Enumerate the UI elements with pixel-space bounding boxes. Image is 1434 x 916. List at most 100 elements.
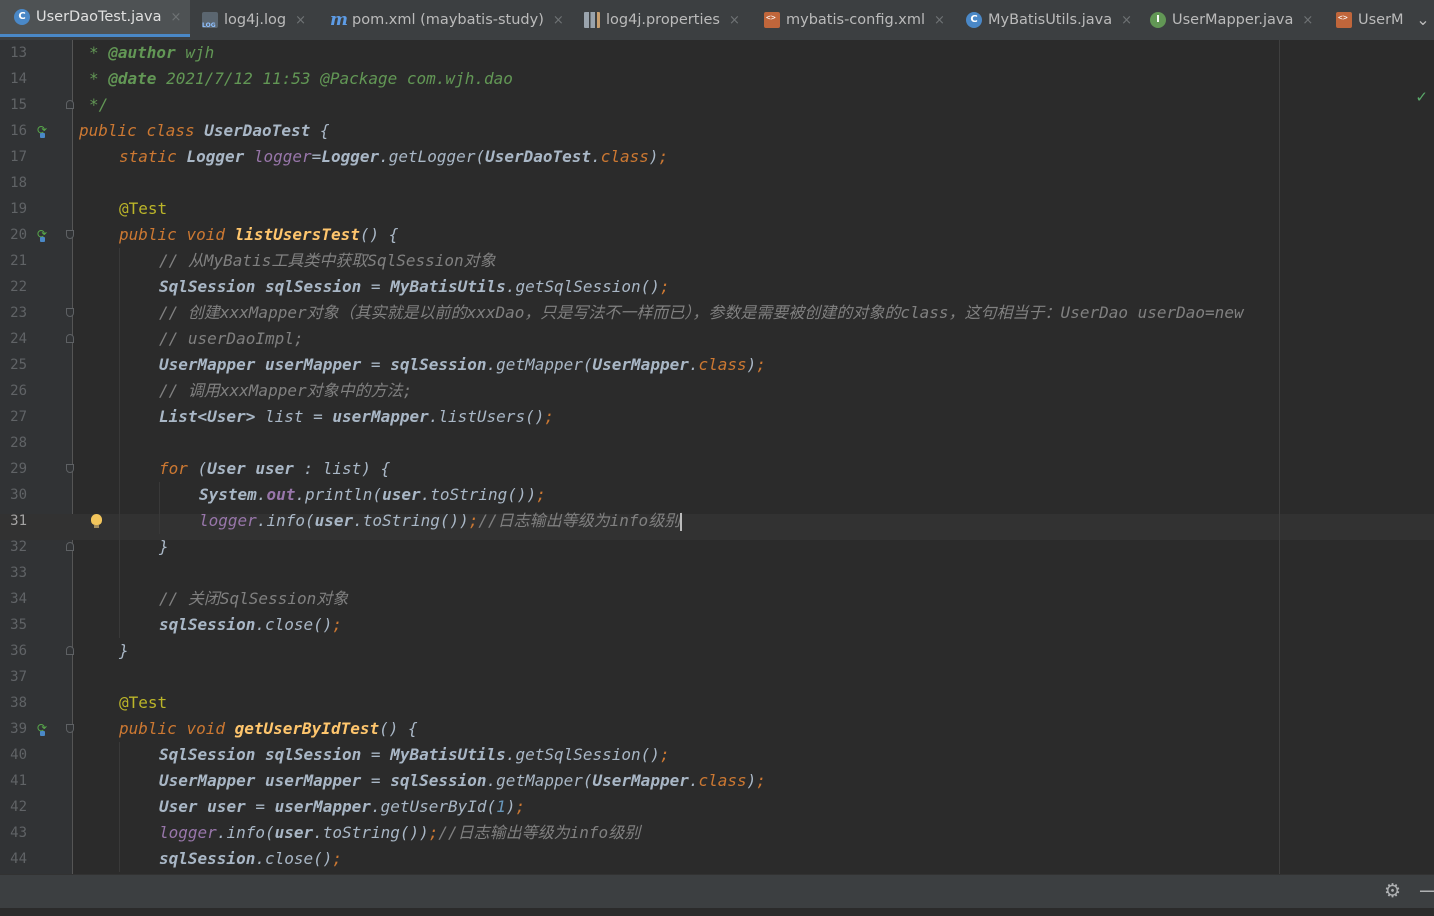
line-number: 34 bbox=[10, 591, 27, 607]
fold-end-icon[interactable] bbox=[66, 100, 74, 109]
line-number: 31 bbox=[10, 513, 27, 529]
line-number: 37 bbox=[10, 669, 27, 685]
fold-end-icon[interactable] bbox=[66, 334, 74, 343]
run-test-icon[interactable]: ⟳ bbox=[37, 123, 47, 138]
line-number: 41 bbox=[10, 773, 27, 789]
close-icon[interactable]: × bbox=[1121, 13, 1132, 28]
line-number: 30 bbox=[10, 487, 27, 503]
fold-icon[interactable] bbox=[66, 308, 74, 317]
text-cursor bbox=[680, 512, 683, 531]
line-number: 33 bbox=[10, 565, 27, 581]
code-editor[interactable]: 13 * @author wjh 14 * @date 2021/7/12 11… bbox=[0, 40, 1434, 874]
code-line: 20 ⟳ public void listUsersTest() { bbox=[0, 222, 1434, 248]
code-text: public class UserDaoTest { bbox=[79, 121, 330, 140]
code-line: 21 // 从MyBatis工具类中获取SqlSession对象 bbox=[0, 248, 1434, 274]
code-line: 38 @Test bbox=[0, 690, 1434, 716]
tab-mybatis-config-xml[interactable]: mybatis-config.xml × bbox=[764, 0, 945, 40]
fold-icon[interactable] bbox=[66, 724, 74, 733]
gear-icon[interactable]: ⚙ bbox=[1384, 880, 1401, 902]
tab-log4j-properties[interactable]: log4j.properties × bbox=[584, 0, 740, 40]
code-line: 25 UserMapper userMapper = sqlSession.ge… bbox=[0, 352, 1434, 378]
line-number: 18 bbox=[10, 175, 27, 191]
properties-file-icon bbox=[584, 12, 600, 28]
code-text: } bbox=[119, 641, 129, 660]
tab-mybatisutils-java[interactable]: C MyBatisUtils.java × bbox=[966, 0, 1132, 40]
code-line: 36 } bbox=[0, 638, 1434, 664]
code-line: 41 UserMapper userMapper = sqlSession.ge… bbox=[0, 768, 1434, 794]
line-number: 13 bbox=[10, 45, 27, 61]
line-number: 28 bbox=[10, 435, 27, 451]
close-icon[interactable]: × bbox=[295, 13, 306, 28]
xml-file-icon bbox=[764, 12, 780, 28]
code-line: 44 sqlSession.close(); bbox=[0, 846, 1434, 872]
java-interface-icon: I bbox=[1150, 12, 1166, 28]
fold-end-icon[interactable] bbox=[66, 646, 74, 655]
line-number: 19 bbox=[10, 201, 27, 217]
line-number: 22 bbox=[10, 279, 27, 295]
code-text: sqlSession.close(); bbox=[159, 615, 343, 634]
lightbulb-icon[interactable] bbox=[91, 514, 102, 528]
code-line: 40 SqlSession sqlSession = MyBatisUtils.… bbox=[0, 742, 1434, 768]
code-text: } bbox=[159, 537, 169, 556]
code-line: 15 */ bbox=[0, 92, 1434, 118]
code-text: public void listUsersTest() { bbox=[119, 225, 399, 244]
code-line-current: 31 logger.info(user.toString());//日志输出等级… bbox=[0, 508, 1434, 534]
line-number: 29 bbox=[10, 461, 27, 477]
tab-log4j-log[interactable]: log4j.log × bbox=[202, 0, 306, 40]
fold-icon[interactable] bbox=[66, 464, 74, 473]
checkmark-icon[interactable]: ✓ bbox=[1415, 88, 1428, 106]
code-text: * @date 2021/7/12 11:53 @Package com.wjh… bbox=[89, 69, 513, 88]
run-test-icon[interactable]: ⟳ bbox=[37, 227, 47, 242]
tab-userdaotest-java[interactable]: C UserDaoTest.java × bbox=[0, 0, 190, 37]
tab-usermapper-java[interactable]: I UserMapper.java × bbox=[1150, 0, 1313, 40]
line-number: 26 bbox=[10, 383, 27, 399]
line-number: 27 bbox=[10, 409, 27, 425]
tab-label: MyBatisUtils.java bbox=[988, 12, 1113, 28]
tab-label: UserDaoTest.java bbox=[36, 9, 162, 25]
close-icon[interactable]: × bbox=[171, 10, 182, 25]
chevron-down-icon[interactable]: ⌄ bbox=[1414, 10, 1432, 30]
code-text: SqlSession sqlSession = MyBatisUtils.get… bbox=[159, 277, 670, 296]
tab-label: UserM bbox=[1358, 12, 1404, 28]
code-text: @Test bbox=[119, 693, 168, 712]
code-line: 19 @Test bbox=[0, 196, 1434, 222]
code-line: 32 } bbox=[0, 534, 1434, 560]
code-line: 24 // userDaoImpl; bbox=[0, 326, 1434, 352]
code-line: 18 bbox=[0, 170, 1434, 196]
line-number: 23 bbox=[10, 305, 27, 321]
code-text: sqlSession.close(); bbox=[159, 849, 343, 868]
fold-icon[interactable] bbox=[66, 230, 74, 239]
line-number: 44 bbox=[10, 851, 27, 867]
run-test-icon[interactable]: ⟳ bbox=[37, 721, 47, 736]
line-number: 21 bbox=[10, 253, 27, 269]
code-line: 27 List<User> list = userMapper.listUser… bbox=[0, 404, 1434, 430]
close-icon[interactable]: × bbox=[729, 13, 740, 28]
close-icon[interactable]: × bbox=[934, 13, 945, 28]
code-text: public void getUserByIdTest() { bbox=[119, 719, 418, 738]
code-text: List<User> list = userMapper.listUsers()… bbox=[159, 407, 554, 426]
fold-end-icon[interactable] bbox=[66, 542, 74, 551]
xml-file-icon bbox=[1336, 12, 1352, 28]
line-number: 32 bbox=[10, 539, 27, 555]
line-number: 25 bbox=[10, 357, 27, 373]
code-text: for (User user : list) { bbox=[159, 459, 391, 478]
code-line: 35 sqlSession.close(); bbox=[0, 612, 1434, 638]
code-line: 17 static Logger logger=Logger.getLogger… bbox=[0, 144, 1434, 170]
tab-pom-xml[interactable]: m pom.xml (maybatis-study) × bbox=[330, 0, 564, 40]
log-file-icon bbox=[202, 12, 218, 29]
close-icon[interactable]: × bbox=[553, 13, 564, 28]
code-text: // 关闭SqlSession对象 bbox=[159, 589, 349, 608]
code-text: logger.info(user.toString());//日志输出等级为in… bbox=[159, 823, 641, 842]
code-text: UserMapper userMapper = sqlSession.getMa… bbox=[159, 771, 766, 790]
code-text: // 从MyBatis工具类中获取SqlSession对象 bbox=[159, 251, 496, 270]
line-number: 24 bbox=[10, 331, 27, 347]
line-number: 42 bbox=[10, 799, 27, 815]
code-text: static Logger logger=Logger.getLogger(Us… bbox=[119, 147, 669, 166]
code-line: 43 logger.info(user.toString());//日志输出等级… bbox=[0, 820, 1434, 846]
tool-window-bar: ⚙ — bbox=[0, 874, 1434, 909]
minimize-icon[interactable]: — bbox=[1419, 878, 1434, 902]
line-number: 36 bbox=[10, 643, 27, 659]
tab-usermapper-xml[interactable]: UserM bbox=[1336, 0, 1410, 40]
close-icon[interactable]: × bbox=[1302, 13, 1313, 28]
code-text: User user = userMapper.getUserById(1); bbox=[159, 797, 526, 816]
